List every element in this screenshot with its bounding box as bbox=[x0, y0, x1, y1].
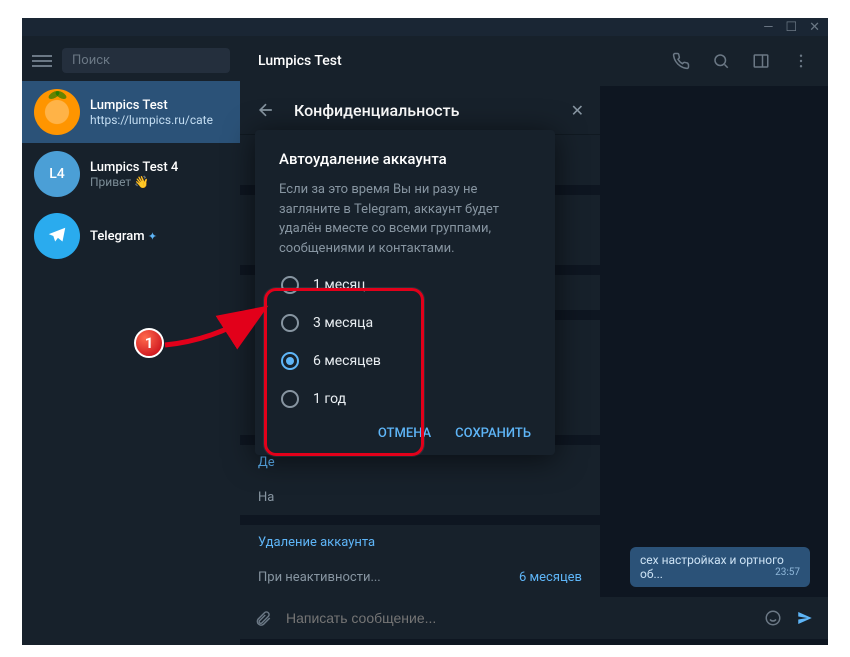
chat-name: Lumpics Test bbox=[90, 98, 213, 113]
chat-item-lumpics-test-4[interactable]: L4 Lumpics Test 4 Привет 👋 bbox=[22, 143, 240, 205]
chat-name: Telegram ✦ bbox=[90, 229, 157, 244]
radio-label: 3 месяца bbox=[313, 315, 373, 331]
call-icon[interactable] bbox=[672, 52, 690, 70]
row-value: 6 месяцев bbox=[519, 570, 582, 585]
message-time: 23:57 bbox=[775, 567, 800, 578]
send-icon[interactable] bbox=[796, 609, 814, 627]
inactive-timeout-row[interactable]: При неактивности... 6 месяцев bbox=[240, 560, 600, 595]
close-icon[interactable]: ✕ bbox=[571, 101, 584, 120]
radio-label: 1 месяц bbox=[313, 277, 365, 293]
chat-header: Lumpics Test bbox=[240, 36, 828, 86]
radio-label: 6 месяцев bbox=[313, 353, 381, 369]
chat-header-title: Lumpics Test bbox=[258, 53, 342, 69]
radio-icon bbox=[281, 390, 299, 408]
verified-icon: ✦ bbox=[148, 230, 157, 243]
minimize-button[interactable]: — bbox=[763, 21, 773, 34]
radio-option-6-months[interactable]: 6 месяцев bbox=[273, 342, 537, 380]
close-window-button[interactable]: ✕ bbox=[809, 21, 820, 34]
radio-icon bbox=[281, 314, 299, 332]
auto-delete-modal: Автоудаление аккаунта Если за это время … bbox=[255, 130, 555, 455]
titlebar: — ☐ ✕ bbox=[22, 18, 828, 36]
search-input[interactable]: Поиск bbox=[62, 48, 230, 73]
attach-icon[interactable] bbox=[254, 609, 272, 627]
maximize-button[interactable]: ☐ bbox=[785, 21, 797, 34]
radio-group: 1 месяц 3 месяца 6 месяцев 1 год bbox=[273, 266, 537, 418]
radio-option-3-months[interactable]: 3 месяца bbox=[273, 304, 537, 342]
menu-icon[interactable] bbox=[32, 55, 52, 67]
settings-row[interactable]: На bbox=[240, 480, 600, 515]
telegram-icon bbox=[46, 225, 68, 247]
avatar: L4 bbox=[34, 151, 80, 197]
more-icon[interactable] bbox=[792, 52, 810, 70]
modal-title: Автоудаление аккаунта bbox=[279, 150, 531, 168]
emoji-icon[interactable] bbox=[764, 609, 782, 627]
cancel-button[interactable]: ОТМЕНА bbox=[378, 426, 431, 441]
search-icon[interactable] bbox=[712, 52, 730, 70]
sidebar: Поиск Lumpics Test https://lumpics.ru/ca… bbox=[22, 36, 240, 645]
message-bubble: сех настройках и ортного об... 23:57 bbox=[630, 547, 810, 587]
save-button[interactable]: СОХРАНИТЬ bbox=[455, 426, 531, 441]
back-icon[interactable] bbox=[256, 100, 276, 120]
settings-title: Конфиденциальность bbox=[294, 101, 459, 120]
modal-description: Если за это время Вы ни разу не заглянит… bbox=[279, 180, 531, 258]
chat-item-lumpics-test[interactable]: Lumpics Test https://lumpics.ru/cate bbox=[22, 81, 240, 143]
radio-icon bbox=[281, 352, 299, 370]
delete-account-link[interactable]: Удаление аккаунта bbox=[240, 525, 600, 560]
chat-item-telegram[interactable]: Telegram ✦ bbox=[22, 205, 240, 267]
sidepanel-icon[interactable] bbox=[752, 52, 770, 70]
chat-subtitle: Привет 👋 bbox=[90, 175, 178, 189]
radio-option-1-year[interactable]: 1 год bbox=[273, 380, 537, 418]
chat-name: Lumpics Test 4 bbox=[90, 160, 178, 175]
avatar bbox=[34, 89, 80, 135]
message-composer bbox=[240, 597, 828, 639]
chat-subtitle: https://lumpics.ru/cate bbox=[90, 113, 213, 127]
message-input[interactable] bbox=[286, 610, 750, 626]
radio-label: 1 год bbox=[313, 391, 346, 407]
avatar bbox=[34, 213, 80, 259]
radio-option-1-month[interactable]: 1 месяц bbox=[273, 266, 537, 304]
radio-icon bbox=[281, 276, 299, 294]
row-label: При неактивности... bbox=[258, 570, 381, 585]
